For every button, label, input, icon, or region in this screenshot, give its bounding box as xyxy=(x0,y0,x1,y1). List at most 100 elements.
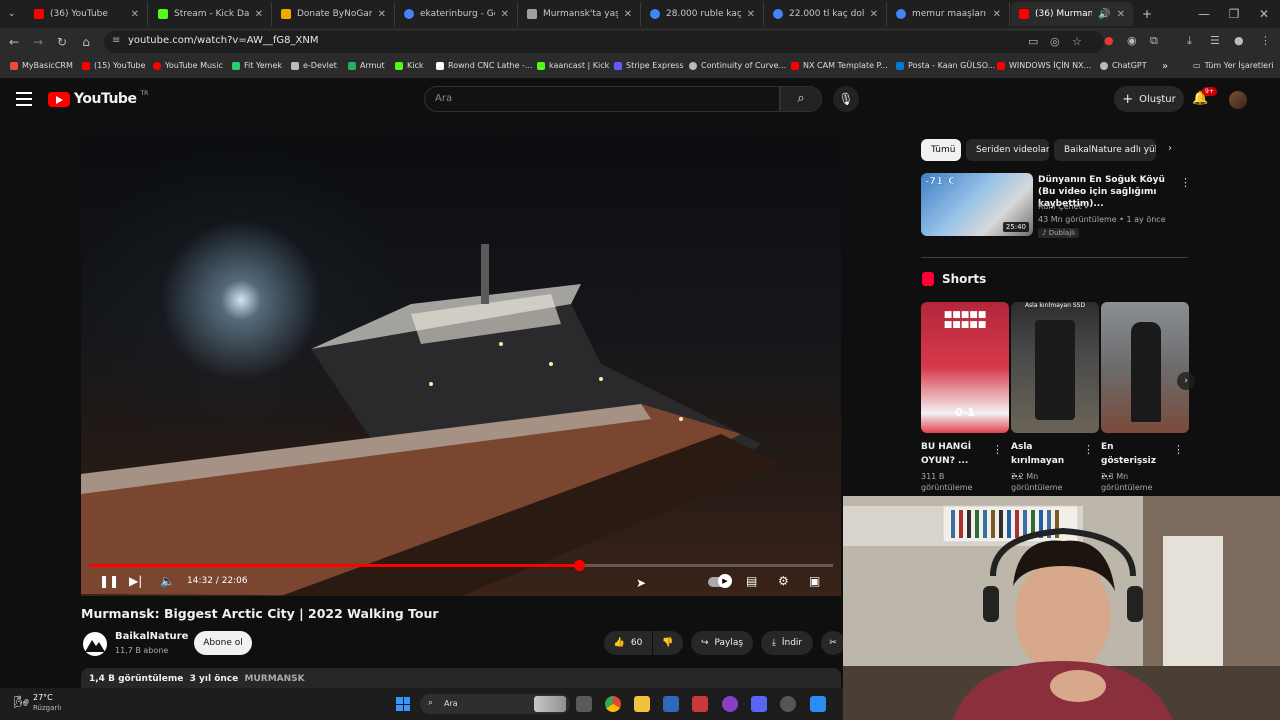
close-icon[interactable]: ✕ xyxy=(1117,9,1125,20)
search-button[interactable]: ⌕ xyxy=(780,86,822,112)
hashtag[interactable]: MURMANSK xyxy=(245,674,305,684)
taskbar-widget-icon[interactable] xyxy=(534,696,566,712)
bookmark-item[interactable]: MyBasicCRM xyxy=(10,61,73,70)
close-icon[interactable]: ✕ xyxy=(870,9,878,20)
app-icon[interactable] xyxy=(810,696,826,712)
reading-list-icon[interactable]: ☰ xyxy=(1210,34,1220,47)
search-input[interactable]: Ara xyxy=(424,86,780,112)
chevron-right-icon[interactable]: › xyxy=(1177,372,1195,390)
bookmark-item[interactable]: Fit Yemek xyxy=(232,61,282,70)
tab-3[interactable]: ekaterinburg - Googl ✕ xyxy=(396,2,518,26)
hamburger-menu-icon[interactable] xyxy=(16,92,32,106)
pause-icon[interactable]: ❚❚ xyxy=(99,574,119,588)
chip-channel-uploads[interactable]: BaikalNature adlı yük xyxy=(1054,139,1156,161)
tab-5[interactable]: 28.000 ruble kaç dol ✕ xyxy=(642,2,764,26)
like-button[interactable]: 👍 60 xyxy=(604,631,652,655)
task-view-icon[interactable] xyxy=(576,696,592,712)
extension-icon[interactable]: ● xyxy=(1104,34,1114,47)
volume-icon[interactable]: 🔈 xyxy=(160,574,175,588)
windows-start-icon[interactable] xyxy=(396,697,410,711)
chrome-icon[interactable] xyxy=(605,696,621,712)
kebab-menu-icon[interactable]: ⋮ xyxy=(1083,443,1094,456)
eye-off-icon[interactable]: ◎ xyxy=(1050,35,1060,48)
chip-all[interactable]: Tümü xyxy=(921,139,961,161)
back-icon[interactable]: ← xyxy=(6,34,22,50)
maximize-icon[interactable]: ❐ xyxy=(1226,6,1242,22)
close-icon[interactable]: ✕ xyxy=(624,9,632,20)
close-icon[interactable]: ✕ xyxy=(501,9,509,20)
autoplay-toggle[interactable] xyxy=(708,574,732,588)
settings-gear-icon[interactable]: ⚙ xyxy=(778,574,789,588)
discord-icon[interactable] xyxy=(751,696,767,712)
app-icon[interactable] xyxy=(780,696,796,712)
channel-name[interactable]: BaikalNature xyxy=(115,631,188,642)
video-player[interactable]: ❚❚ ▶| 🔈 14:32 / 22:06 ▤ ⚙ ▣ xyxy=(81,134,841,596)
short-title[interactable]: BU HANGİ OYUN? ... xyxy=(921,440,985,468)
close-icon[interactable]: ✕ xyxy=(378,9,386,20)
bookmark-item[interactable]: NX CAM Template P... xyxy=(791,61,888,70)
window-close-icon[interactable]: ✕ xyxy=(1256,6,1272,22)
app-icon[interactable] xyxy=(722,696,738,712)
bookmark-item[interactable]: Kick xyxy=(395,61,424,70)
voice-search-button[interactable]: 🎙 xyxy=(833,86,859,112)
download-icon[interactable]: ⤓ xyxy=(1187,34,1192,48)
download-button[interactable]: ⤓ İndir xyxy=(761,631,813,655)
tab-6[interactable]: 22.000 tl kaç dolar - ✕ xyxy=(765,2,887,26)
tab-1[interactable]: Stream - Kick Dashbo ✕ xyxy=(150,2,272,26)
bookmark-item[interactable]: Rownd CNC Lathe -... xyxy=(436,61,533,70)
avatar[interactable] xyxy=(1229,91,1247,109)
share-button[interactable]: ↪ Paylaş xyxy=(691,631,753,655)
create-button[interactable]: + Oluştur xyxy=(1114,86,1184,112)
bookmark-item[interactable]: Armut xyxy=(348,61,385,70)
youtube-logo[interactable]: YouTube TR xyxy=(48,90,148,107)
tab-2[interactable]: Donate ByNoGame - ✕ xyxy=(273,2,395,26)
extensions-puzzle-icon[interactable]: ⧉ xyxy=(1150,34,1158,48)
miniplayer-icon[interactable]: ▣ xyxy=(809,574,820,588)
tab-7[interactable]: memur maaşları 2024 ✕ xyxy=(888,2,1010,26)
kebab-menu-icon[interactable]: ⋮ xyxy=(1173,443,1184,456)
close-icon[interactable]: ✕ xyxy=(747,9,755,20)
extension-icon[interactable]: ◉ xyxy=(1127,34,1137,47)
video-frame[interactable] xyxy=(81,134,841,596)
short-thumbnail[interactable]: ■■■■■ ■■■■■ 0-1 xyxy=(921,302,1009,433)
tab-search-dropdown[interactable]: ⌄ xyxy=(0,2,22,26)
dislike-button[interactable]: 👎 xyxy=(653,631,683,655)
short-thumbnail[interactable]: Asla kırılmayan SSD xyxy=(1011,302,1099,433)
weather-temperature[interactable]: 27°C xyxy=(33,693,53,702)
tab-8-active[interactable]: (36) Murmansk: B 🔊 ✕ xyxy=(1011,2,1133,26)
close-icon[interactable]: ✕ xyxy=(131,9,139,20)
kebab-menu-icon[interactable]: ⋮ xyxy=(992,443,1003,456)
bookmark-item[interactable]: ChatGPT xyxy=(1100,61,1147,70)
tab-4[interactable]: Murmansk'ta yaşam ✕ xyxy=(519,2,641,26)
recommended-thumbnail[interactable]: -71°C 25:40 xyxy=(921,173,1033,236)
subtitles-icon[interactable]: ▤ xyxy=(746,574,757,588)
recommended-channel[interactable]: Ruhi Çenet ✔ xyxy=(1038,202,1090,211)
close-icon[interactable]: ✕ xyxy=(255,9,263,20)
weather-wind-icon[interactable]: 🌬 xyxy=(14,695,29,709)
home-icon[interactable]: ⌂ xyxy=(78,34,94,50)
progress-bar[interactable] xyxy=(89,560,833,571)
kebab-menu-icon[interactable]: ⋮ xyxy=(1260,34,1271,47)
bookmark-item[interactable]: Posta - Kaan GÜLSO... xyxy=(896,61,995,70)
short-thumbnail[interactable] xyxy=(1101,302,1189,433)
bookmark-item[interactable]: e-Devlet xyxy=(291,61,337,70)
address-bar[interactable]: ≡ youtube.com/watch?v=AW__fG8_XNM ▭ ◎ ☆ xyxy=(104,31,1104,53)
file-explorer-icon[interactable] xyxy=(634,696,650,712)
kebab-menu-icon[interactable]: ⋮ xyxy=(1180,176,1191,189)
reload-icon[interactable]: ↻ xyxy=(54,34,70,50)
bookmark-item[interactable]: YouTube Music xyxy=(153,61,223,70)
progress-scrubber[interactable] xyxy=(573,560,585,571)
bookmark-item[interactable]: kaancast | Kick xyxy=(537,61,609,70)
subscribe-button[interactable]: Abone ol xyxy=(194,631,252,655)
all-bookmarks[interactable]: ▭ Tüm Yer İşaretleri xyxy=(1193,61,1274,70)
new-tab-button[interactable]: + xyxy=(1134,2,1154,26)
bookmark-item[interactable]: (15) YouTube xyxy=(82,61,146,70)
calculator-icon[interactable] xyxy=(663,696,679,712)
close-icon[interactable]: ✕ xyxy=(993,9,1001,20)
more-bookmarks-icon[interactable]: » xyxy=(1162,61,1168,72)
bookmark-item[interactable]: Stripe Express xyxy=(614,61,684,70)
channel-avatar[interactable] xyxy=(83,632,107,656)
chip-series[interactable]: Seriden videolar xyxy=(966,139,1049,161)
clip-button[interactable]: ✂ xyxy=(821,631,845,655)
next-icon[interactable]: ▶| xyxy=(129,574,142,588)
